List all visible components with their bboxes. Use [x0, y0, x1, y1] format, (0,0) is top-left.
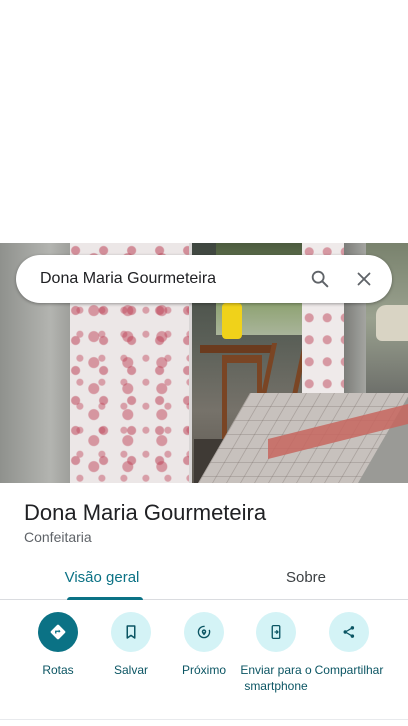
- tab-active-indicator: [67, 597, 143, 600]
- tab-overview[interactable]: Visão geral: [0, 556, 204, 600]
- directions-icon: [38, 612, 78, 652]
- search-bar[interactable]: Dona Maria Gourmeteira: [16, 255, 392, 303]
- map-blank-area: [0, 0, 408, 243]
- search-icon[interactable]: [304, 263, 336, 295]
- place-tabs: Visão geral Sobre: [0, 556, 408, 600]
- send-to-phone-button[interactable]: Enviar para o smartphone: [238, 612, 314, 694]
- bottom-divider: [0, 719, 408, 720]
- share-icon: [329, 612, 369, 652]
- photo-car: [376, 305, 408, 341]
- save-label: Salvar: [113, 663, 148, 677]
- share-label: Compartilhar: [314, 663, 384, 677]
- send-to-phone-label: Enviar para o smartphone: [240, 663, 312, 693]
- save-button[interactable]: Salvar: [93, 612, 169, 678]
- nearby-label: Próximo: [181, 663, 226, 677]
- nearby-icon: [184, 612, 224, 652]
- directions-button[interactable]: Rotas: [20, 612, 96, 678]
- send-to-phone-icon: [256, 612, 296, 652]
- action-row: Rotas Salvar Próximo Enviar para o smart…: [0, 612, 408, 712]
- place-title: Dona Maria Gourmeteira: [24, 500, 267, 525]
- nearby-button[interactable]: Próximo: [166, 612, 242, 678]
- share-button[interactable]: Compartilhar: [311, 612, 387, 678]
- close-icon[interactable]: [348, 263, 380, 295]
- place-category[interactable]: Confeitaria: [24, 529, 92, 545]
- tab-overview-label: Visão geral: [64, 569, 140, 586]
- bookmark-icon: [111, 612, 151, 652]
- search-query[interactable]: Dona Maria Gourmeteira: [40, 270, 304, 288]
- tab-about-label: Sobre: [285, 569, 327, 586]
- photo-person: [222, 303, 242, 339]
- photo-table: [200, 345, 272, 353]
- tab-about[interactable]: Sobre: [204, 556, 408, 599]
- directions-label: Rotas: [42, 663, 74, 677]
